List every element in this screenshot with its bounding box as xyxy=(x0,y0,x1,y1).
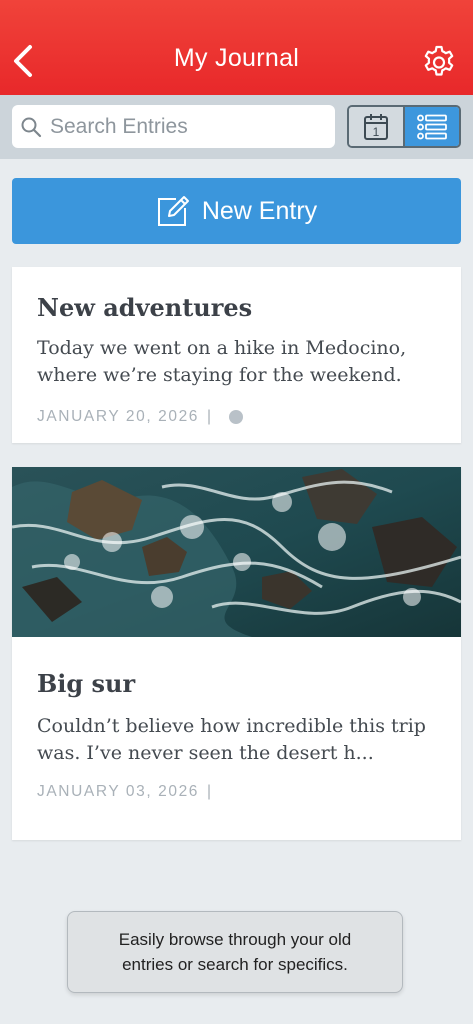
compose-icon xyxy=(157,196,189,226)
ocean-photo-icon xyxy=(12,467,461,637)
calendar-icon: 1 xyxy=(364,113,388,140)
entry-card[interactable]: New adventures Today we went on a hike i… xyxy=(12,267,461,443)
search-icon xyxy=(21,117,42,137)
entry-title: Big sur xyxy=(37,669,136,698)
search-input[interactable] xyxy=(50,114,320,139)
list-view-button[interactable] xyxy=(405,107,459,146)
app-header: My Journal xyxy=(0,0,473,95)
entry-photo xyxy=(12,467,461,637)
entry-meta: JANUARY 03, 2026 | xyxy=(37,783,213,801)
entry-date: JANUARY 20, 2026 xyxy=(37,408,200,425)
entry-card[interactable]: Big sur Couldn’t believe how incredible … xyxy=(12,467,461,840)
entry-excerpt: Today we went on a hike in Medocino, whe… xyxy=(37,337,407,386)
calendar-day: 1 xyxy=(373,125,380,139)
search-bar: 1 xyxy=(0,95,473,159)
entry-title: New adventures xyxy=(37,293,253,322)
onboarding-tooltip: Easily browse through your old entries o… xyxy=(67,911,403,993)
meta-separator: | xyxy=(207,408,213,425)
list-icon xyxy=(417,114,447,139)
new-entry-button[interactable]: New Entry xyxy=(12,178,461,244)
status-dot-icon xyxy=(228,410,243,424)
search-box[interactable] xyxy=(12,105,335,148)
gear-icon xyxy=(424,45,454,76)
new-entry-label: New Entry xyxy=(201,196,318,225)
entry-excerpt: Couldn’t believe how incredible this tri… xyxy=(37,715,426,764)
page-title: My Journal xyxy=(173,44,300,72)
meta-separator: | xyxy=(207,783,213,800)
entry-date: JANUARY 03, 2026 xyxy=(37,783,200,800)
settings-button[interactable] xyxy=(419,42,459,82)
entry-meta: JANUARY 20, 2026 | xyxy=(37,408,243,426)
view-toggle: 1 xyxy=(347,105,461,148)
calendar-view-button[interactable]: 1 xyxy=(349,107,405,146)
